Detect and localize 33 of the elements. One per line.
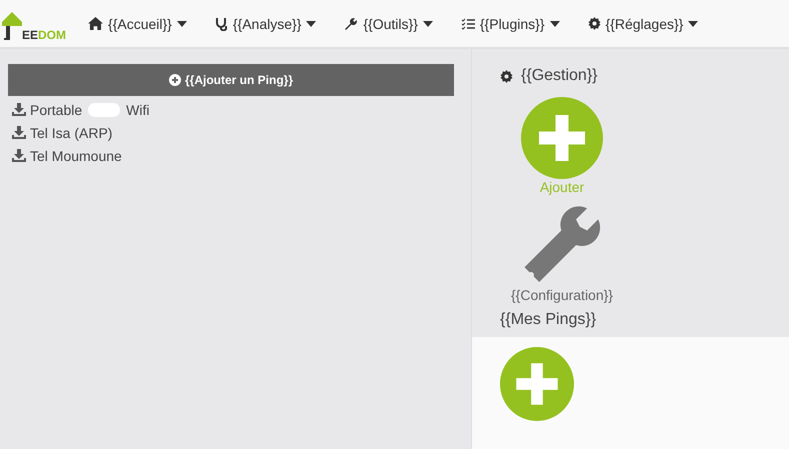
action-card[interactable]: {{Configuration}} [502,195,622,303]
caret-icon [422,20,433,26]
download-icon [12,149,26,162]
item-text: Portable [30,102,82,118]
gear-icon [588,17,600,30]
gear-icon [500,70,513,82]
add-circle-icon [500,347,574,421]
ping-item[interactable]: Tel Moumoune [12,144,454,167]
item-text: Wifi [126,102,150,118]
nav-menu[interactable]: {{Outils}} [344,16,433,32]
download-icon [12,103,26,116]
nav-menu[interactable]: {{Analyse}} [214,16,316,32]
logo-text: DOM [38,28,66,42]
nav-menu[interactable]: {{Plugins}} [460,16,560,32]
caret-icon [688,20,698,26]
plus-circle-icon [168,74,181,86]
section-title: {{Gestion}} [500,67,789,85]
stethoscope-icon [214,16,228,30]
caret-icon [550,20,560,26]
ping-item[interactable]: Portable Wifi [12,98,454,121]
caret-icon [306,20,316,26]
add-ping-button[interactable]: {{Ajouter un Ping}} [8,64,454,96]
nav-menu[interactable]: {{Accueil}} [88,16,187,32]
logo-text: EE [22,28,38,42]
download-icon [12,126,26,139]
section-title: {{Mes Pings}} [500,311,598,329]
nav-menu[interactable]: {{Réglages}} [588,16,698,32]
ping-item[interactable]: Tel Isa (ARP) [12,121,454,144]
wrench-icon [344,16,358,30]
add-circle-icon [521,97,603,179]
caret-icon [176,20,187,26]
checklist-icon [460,18,475,30]
home-icon [88,17,104,30]
